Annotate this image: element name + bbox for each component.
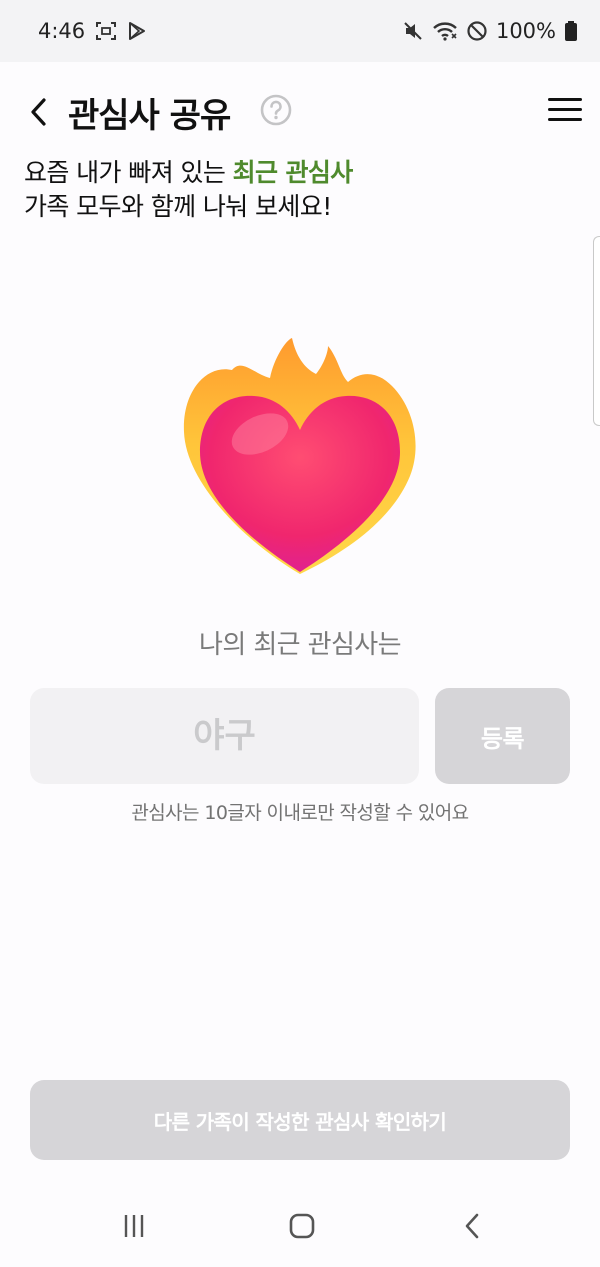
menu-line	[548, 108, 582, 111]
intro-line-2: 가족 모두와 함께 나눠 보세요!	[24, 192, 332, 221]
play-store-icon	[127, 21, 147, 41]
battery-percent: 100%	[495, 19, 556, 43]
system-back-icon[interactable]	[452, 1206, 492, 1246]
status-bar: 4:46 100%	[0, 0, 600, 62]
page-title: 관심사 공유	[68, 96, 231, 136]
app-header: 관심사 공유	[0, 72, 600, 152]
status-left: 4:46	[38, 19, 147, 43]
mute-icon	[402, 20, 424, 42]
wifi-icon	[432, 20, 458, 42]
intro-line1-prefix: 요즘 내가 빠져 있는	[24, 158, 233, 187]
do-not-disturb-icon	[466, 20, 488, 42]
side-edge-handle[interactable]	[593, 236, 600, 426]
menu-line	[548, 118, 582, 121]
recent-apps-icon[interactable]	[114, 1206, 154, 1246]
question-circle-icon[interactable]	[260, 94, 292, 126]
hamburger-menu-icon[interactable]	[548, 98, 582, 126]
back-button[interactable]	[22, 94, 54, 130]
intro-text: 요즘 내가 빠져 있는 최근 관심사 가족 모두와 함께 나눠 보세요!	[24, 156, 564, 224]
system-nav-bar	[0, 1190, 600, 1267]
interest-input[interactable]	[30, 688, 419, 784]
register-button[interactable]: 등록	[435, 688, 570, 784]
menu-line	[548, 98, 582, 101]
intro-highlight: 최근 관심사	[232, 158, 354, 187]
heart-on-fire-icon	[178, 334, 422, 580]
status-right: 100%	[402, 19, 578, 43]
status-time: 4:46	[38, 19, 86, 43]
intro-line-1: 요즘 내가 빠져 있는 최근 관심사	[24, 156, 564, 190]
input-hint: 관심사는 10글자 이내로만 작성할 수 있어요	[131, 802, 469, 824]
home-icon[interactable]	[282, 1206, 322, 1246]
screenshot-icon	[95, 21, 117, 41]
interest-prompt: 나의 최근 관심사는	[199, 630, 401, 660]
back-arrow-icon	[31, 98, 46, 126]
view-family-interests-button[interactable]: 다른 가족이 작성한 관심사 확인하기	[30, 1080, 570, 1160]
battery-icon	[564, 20, 578, 42]
